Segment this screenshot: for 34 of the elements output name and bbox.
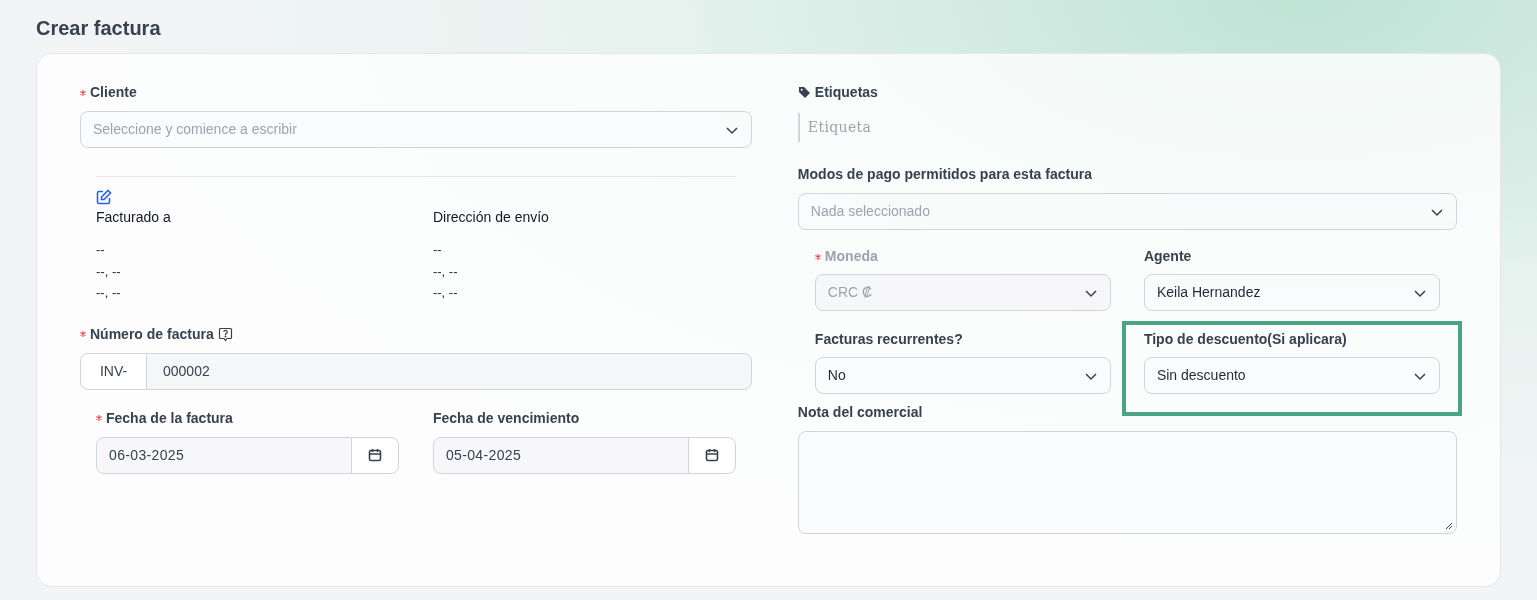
invoice-number-value: 000002 [162, 361, 211, 381]
dropdown[interactable]: Sin descuento [1143, 357, 1440, 394]
address-line: -- [432, 241, 443, 259]
help-icon [217, 326, 233, 342]
field-label: Etiquetas [814, 83, 878, 102]
address-line: --, -- [432, 262, 459, 281]
field-label: Número de factura [90, 324, 214, 344]
page-title: Crear factura [36, 16, 161, 40]
tag-icon [797, 86, 811, 99]
field-label: Fecha de la factura [106, 408, 233, 428]
field-label: Nota del comercial [797, 403, 923, 422]
address-line: --, -- [96, 284, 122, 302]
calendar-icon [367, 448, 382, 462]
dropdown[interactable]: Keila Hernandez [1143, 274, 1440, 311]
field-label: Tipo de descuento(Si aplicara) [1143, 330, 1347, 349]
field-label: Cliente [90, 83, 137, 102]
address-heading: Dirección de envío [432, 208, 550, 227]
field-label: Moneda [824, 247, 878, 266]
address-line: --, -- [432, 284, 459, 302]
resize-handle-icon[interactable] [1445, 522, 1453, 530]
dropdown[interactable]: No [814, 357, 1111, 394]
date-field[interactable]: 05-04-2025 [432, 436, 736, 474]
calendar-icon [704, 448, 719, 462]
edit-icon[interactable] [96, 189, 112, 205]
address-line: --, -- [96, 262, 122, 281]
field-label: Fecha de vencimiento [432, 408, 580, 428]
field-label: Facturas recurrentes? [814, 330, 963, 349]
field-label: Modos de pago permitidos para esta factura [797, 165, 1092, 184]
address-line: -- [96, 241, 106, 259]
date-field[interactable]: 06-03-2025 [96, 436, 399, 474]
invoice-prefix: INV- [81, 353, 147, 389]
invoice-number-field[interactable]: INV- 000002 [80, 352, 752, 390]
address-heading: Facturado a [96, 208, 172, 227]
field-label: Agente [1143, 247, 1192, 266]
